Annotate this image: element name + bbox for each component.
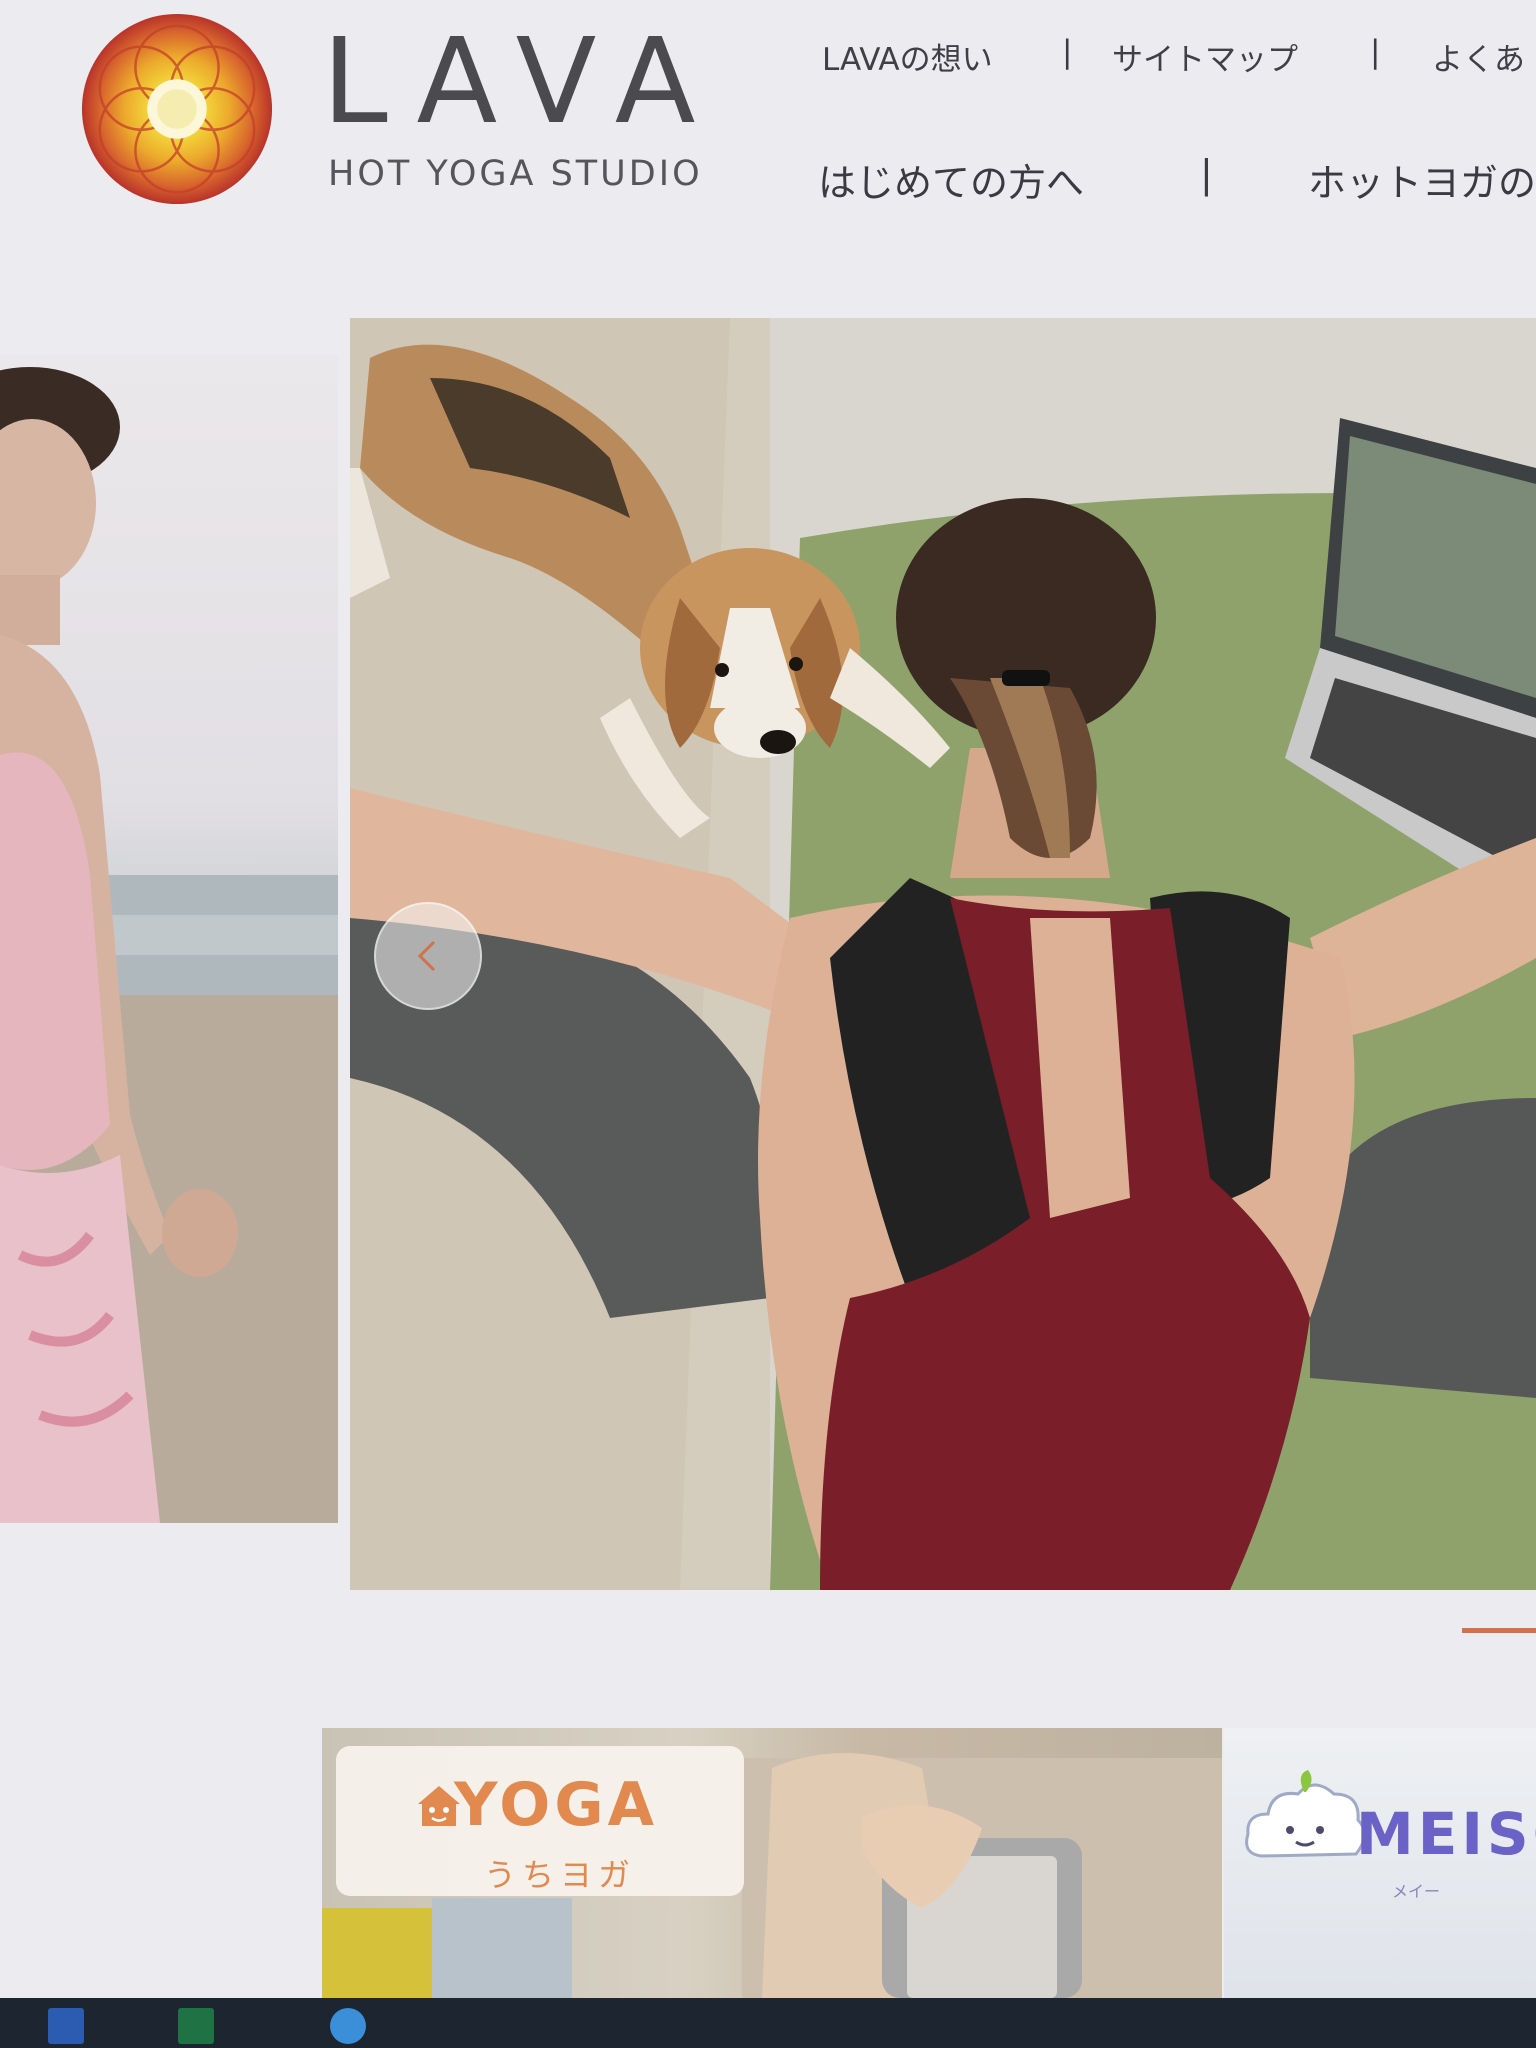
util-nav-item-faq[interactable]: よくあ <box>1432 34 1525 79</box>
nav-separator: | <box>1370 34 1381 70</box>
word-icon[interactable] <box>48 2008 84 2044</box>
main-nav-item-beginners[interactable]: はじめての方へ <box>818 152 1084 207</box>
nav-separator: | <box>1062 34 1073 70</box>
edge-icon[interactable] <box>330 2008 366 2044</box>
brand-tagline: HOT YOGA STUDIO <box>328 154 703 194</box>
cloud-icon <box>1245 1770 1366 1858</box>
card-meiso[interactable]: MEISO メイー <box>1224 1728 1536 1998</box>
os-taskbar <box>0 1998 1536 2048</box>
uchi-yoga-subtitle: うちヨガ <box>484 1856 637 1894</box>
meiso-subtitle: メイー <box>1392 1882 1441 1901</box>
main-nav-item-hot-yoga[interactable]: ホットヨガの <box>1308 152 1536 207</box>
hero-slider[interactable] <box>0 300 1536 1590</box>
site-header: LAVA HOT YOGA STUDIO LAVAの想い | サイトマップ | … <box>0 0 1536 300</box>
uchi-yoga-label: YOGA うちヨガ <box>336 1746 744 1896</box>
nav-separator: | <box>1200 152 1213 196</box>
excel-icon[interactable] <box>178 2008 214 2044</box>
slide-previous[interactable] <box>0 355 338 1523</box>
util-nav-item-sitemap[interactable]: サイトマップ <box>1112 34 1298 79</box>
uchi-yoga-title: YOGA <box>454 1770 658 1840</box>
util-nav-item-about[interactable]: LAVAの想い <box>822 34 993 79</box>
brand-wordmark[interactable]: LAVA <box>322 22 722 140</box>
slide-current[interactable] <box>350 318 1536 1590</box>
yoga-dog-photo <box>350 318 1536 1590</box>
slider-indicator-active[interactable] <box>1462 1628 1536 1633</box>
card-uchi-yoga[interactable]: YOGA うちヨガ <box>322 1728 1222 1998</box>
meiso-title: MEISO <box>1356 1800 1536 1868</box>
service-cards: YOGA うちヨガ MEISO メイー <box>322 1728 1536 1998</box>
beach-photo <box>0 367 338 1523</box>
chevron-left-icon <box>417 940 436 972</box>
slider-prev-button[interactable] <box>374 902 482 1010</box>
lava-logo-icon[interactable] <box>78 10 276 208</box>
